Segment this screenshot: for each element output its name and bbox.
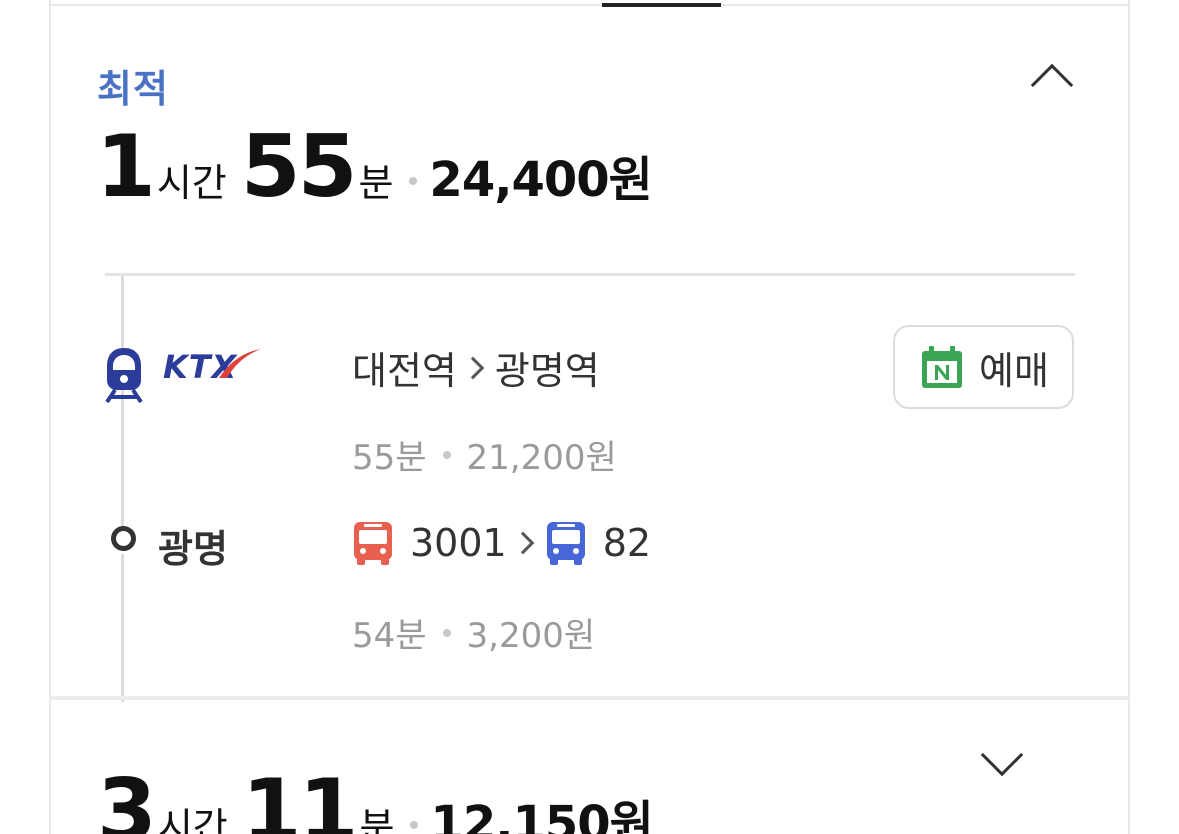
leg-fare: 21,200원: [466, 438, 617, 478]
ktx-route: 대전역 광명역: [352, 340, 600, 395]
route-summary: 1 시간 55 분 24,400원: [96, 117, 653, 217]
bus-icon: [546, 522, 585, 565]
bus-number-2: 82: [602, 521, 652, 565]
separator-dot: [409, 177, 418, 185]
duration-hours: 3: [97, 761, 157, 834]
booking-label: 예매: [979, 348, 1049, 393]
departure-station: 대전역: [352, 349, 457, 393]
route-summary: 3 시간 11 분 12,150원: [97, 761, 654, 834]
hours-unit: 시간: [156, 161, 227, 205]
duration-hours: 1: [96, 117, 156, 217]
bus-icon: [354, 522, 392, 565]
arrival-station: 광명역: [494, 349, 600, 393]
booking-button[interactable]: 예매: [893, 325, 1074, 409]
leg-fare: 3,200원: [466, 616, 596, 656]
leg-duration: 54분: [352, 616, 427, 656]
train-icon: [105, 348, 143, 404]
total-fare: 12,150원: [430, 796, 653, 834]
route-tag: 최적: [97, 67, 169, 111]
bus-number-1: 3001: [410, 521, 507, 565]
route-card-alternative[interactable]: 3 시간 11 분 12,150원: [51, 700, 1128, 834]
route-timeline-line: [121, 276, 124, 546]
leg-duration: 55분: [352, 438, 427, 478]
transfer-station-name: 광명: [158, 527, 228, 571]
ktx-leg-meta: 55분 21,200원: [352, 430, 617, 479]
minutes-unit: 분: [358, 161, 394, 205]
chevron-right-icon: [461, 356, 485, 379]
summary-divider: [105, 273, 1075, 276]
hours-unit: 시간: [157, 805, 228, 834]
ktx-swoosh-icon: [219, 349, 261, 378]
chevron-up-icon[interactable]: [1030, 63, 1074, 107]
chevron-right-icon: [511, 531, 535, 555]
naver-calendar-icon: [922, 346, 962, 388]
bus-route: 3001 82: [352, 520, 651, 566]
duration-minutes: 55: [240, 117, 358, 217]
route-timeline-line: [121, 554, 124, 702]
separator-dot: [442, 628, 451, 637]
duration-minutes: 11: [241, 761, 359, 834]
separator-dot: [410, 821, 419, 829]
route-results-page: 최적 1 시간 55 분 24,400원 KTX 대전역 광명역 55분 21,…: [0, 0, 1179, 834]
bus-leg-meta: 54분 3,200원: [352, 608, 595, 657]
ktx-logo: KTX: [161, 346, 261, 386]
total-fare: 24,400원: [429, 152, 652, 208]
transfer-station-marker: [111, 526, 136, 551]
minutes-unit: 분: [359, 805, 395, 834]
separator-dot: [442, 450, 451, 459]
route-card-best[interactable]: 최적 1 시간 55 분 24,400원 KTX 대전역 광명역 55분 21,…: [51, 6, 1128, 702]
